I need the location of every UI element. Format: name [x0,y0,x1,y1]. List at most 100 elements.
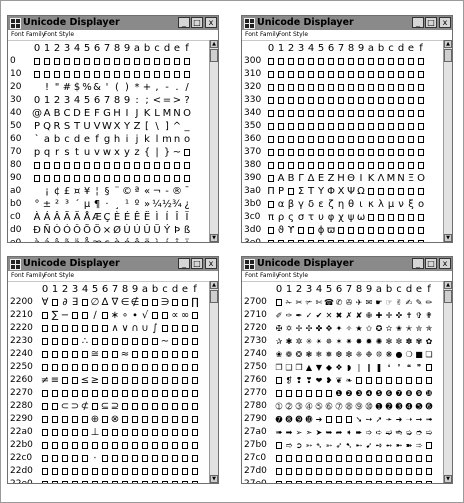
scroll-thumb[interactable] [444,290,452,303]
missing-glyph-box [414,465,424,478]
scroll-thumb[interactable] [210,49,218,62]
char-cell: ❶ [335,389,343,398]
char-cell: > [172,95,182,106]
row-label: 340 [244,108,262,118]
title-bar[interactable]: Unicode Displayer _ □ x [242,16,452,30]
char-cell: # [62,82,72,93]
scroll-down-arrow[interactable]: ▼ [210,475,218,483]
menu-font-family[interactable]: Font Family [245,271,279,281]
missing-glyph-box [306,81,316,94]
menu-font-style[interactable]: Font Style [278,271,308,281]
close-button[interactable]: x [205,258,217,269]
scroll-thumb[interactable] [210,290,218,303]
char-cell: ■ [415,350,423,359]
scroll-down-arrow[interactable]: ▼ [444,234,452,242]
char-cell: φ [327,212,335,223]
char-cell: ❊ [375,350,383,359]
char-cell: ì [152,237,162,242]
vertical-scrollbar[interactable]: ▲ ▼ [209,40,218,242]
char-cell: ã [62,237,72,242]
char-cell: ✏ [425,298,433,307]
char-cell: 9 [123,95,131,106]
column-header-label: 1 [43,43,51,54]
missing-glyph-box [364,465,374,478]
missing-glyph-box [346,68,356,81]
char-cell: ➍ [405,402,413,411]
char-cell: £ [63,186,71,197]
missing-glyph-box [326,133,336,146]
missing-glyph-box [110,361,120,374]
scroll-down-arrow[interactable]: ▼ [444,475,452,483]
missing-glyph-box [150,309,160,322]
column-header-label: e [181,284,189,295]
missing-glyph-box [190,452,200,465]
title-bar[interactable]: Unicode Displayer _ □ x [242,257,452,271]
minimize-button[interactable]: _ [412,17,424,28]
missing-glyph-box [140,296,150,309]
close-button[interactable]: x [439,17,451,28]
missing-glyph-box [376,237,386,242]
scroll-up-arrow[interactable]: ▲ [444,281,452,289]
app-icon[interactable] [244,18,255,29]
missing-glyph-box [386,133,396,146]
missing-glyph-box [336,81,346,94]
menu-font-style[interactable]: Font Style [44,30,74,40]
missing-glyph-box [356,68,366,81]
minimize-button[interactable]: _ [178,17,190,28]
app-icon[interactable] [10,18,21,29]
char-cell: ➸ [355,441,363,450]
vertical-scrollbar[interactable]: ▲ ▼ [443,40,452,242]
maximize-button[interactable]: □ [191,258,203,269]
column-header-label: 6 [335,284,343,295]
title-bar[interactable]: Unicode Displayer _ □ x [8,16,218,30]
maximize-button[interactable]: □ [191,17,203,28]
char-cell: 6 [93,95,101,106]
missing-glyph-box [112,159,122,172]
menu-font-style[interactable]: Font Style [278,30,308,40]
close-button[interactable]: x [205,17,217,28]
close-button[interactable]: x [439,258,451,269]
scroll-thumb[interactable] [444,49,452,62]
minimize-button[interactable]: _ [178,258,190,269]
scroll-up-arrow[interactable]: ▲ [444,40,452,48]
char-cell: ξ [408,199,414,210]
menu-font-family[interactable]: Font Family [11,30,45,40]
column-header-label: d [405,284,413,295]
missing-glyph-box [112,172,122,185]
missing-glyph-box [336,224,346,237]
missing-glyph-box [60,348,70,361]
char-cell: i [125,134,129,145]
missing-glyph-box [100,309,110,322]
scroll-up-arrow[interactable]: ▲ [210,281,218,289]
missing-glyph-box [130,387,140,400]
char-cell: ⊕ [90,414,100,425]
vertical-scrollbar[interactable]: ▲ ▼ [209,281,218,483]
scroll-up-arrow[interactable]: ▲ [210,40,218,48]
char-cell: ❡ [285,376,293,385]
missing-glyph-box [140,413,150,426]
char-cell: ➳ [305,441,313,450]
char-cell: ● [395,350,403,359]
scroll-down-arrow[interactable]: ▼ [210,234,218,242]
menu-font-family[interactable]: Font Family [11,271,45,281]
app-icon[interactable] [10,259,21,270]
char-cell: ✒ [295,311,303,320]
row-label: 80 [10,160,22,170]
menu-font-style[interactable]: Font Style [44,271,74,281]
title-bar[interactable]: Unicode Displayer _ □ x [8,257,218,271]
maximize-button[interactable]: □ [425,17,437,28]
missing-glyph-box [80,452,90,465]
char-cell: ß [183,225,191,236]
char-cell: » [143,199,151,210]
maximize-button[interactable]: □ [425,258,437,269]
minimize-button[interactable]: _ [412,258,424,269]
vertical-scrollbar[interactable]: ▲ ▼ [443,281,452,483]
char-cell: Γ [298,173,304,184]
app-icon[interactable] [244,259,255,270]
column-header-label: f [419,43,423,54]
char-cell: ❦ [335,376,343,385]
char-cell: ± [42,199,52,210]
missing-glyph-box [60,478,70,483]
menu-font-family[interactable]: Font Family [245,30,279,40]
missing-glyph-box [356,120,366,133]
